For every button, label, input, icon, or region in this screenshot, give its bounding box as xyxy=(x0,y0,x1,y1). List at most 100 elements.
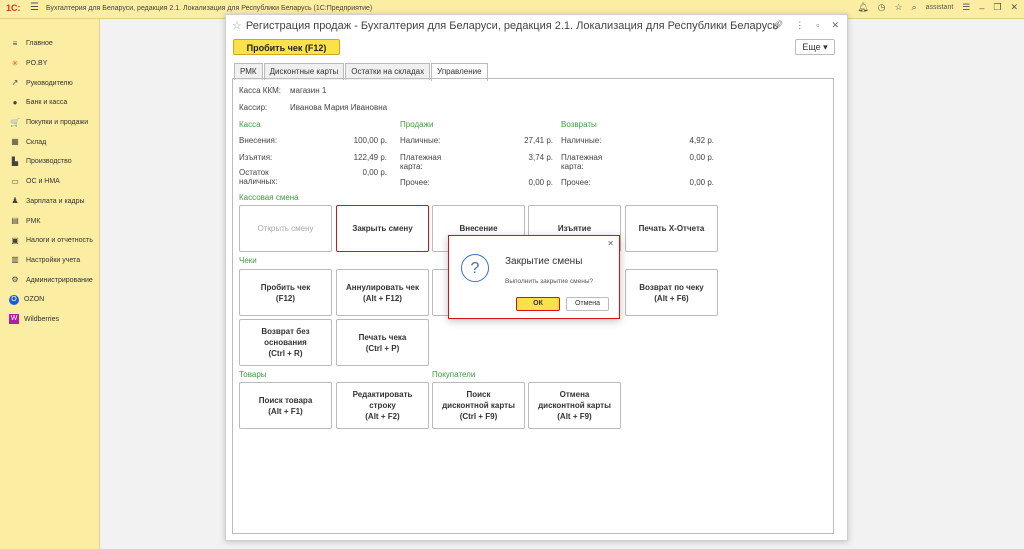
restore-icon[interactable]: ❐ xyxy=(993,2,1001,13)
sidebar-item[interactable]: ▙ Производство xyxy=(0,152,99,172)
returns-row-label: Платежная карта: xyxy=(561,153,603,171)
window-title-text: Регистрация продаж - Бухгалтерия для Бел… xyxy=(245,20,779,32)
sidebar-item-label: Зарплата и кадры xyxy=(26,197,85,205)
sidebar-item-icon: ↗ xyxy=(11,78,19,88)
cashier-label: Кассир: xyxy=(239,103,268,112)
app-logo: 1С: xyxy=(6,3,21,13)
sales-row-label: Платежная карта: xyxy=(400,153,442,171)
sidebar-item[interactable]: ▭ ОС и НМА xyxy=(0,172,99,192)
sidebar-item-icon: ▦ xyxy=(11,137,19,147)
returns-row-label: Наличные: xyxy=(561,136,602,145)
print-check-button[interactable]: Печать чека (Ctrl + P) xyxy=(336,319,429,366)
app-title: Бухгалтерия для Беларуси, редакция 2.1. … xyxy=(46,5,373,12)
sidebar-item[interactable]: ⚙ Администрирование xyxy=(0,270,99,290)
sidebar-item[interactable]: W Wildberries xyxy=(0,310,99,330)
ok-button[interactable]: ОК xyxy=(516,297,560,311)
sidebar-item-label: OZON xyxy=(24,296,45,304)
sidebar-item-icon: ≡ xyxy=(12,38,18,48)
sidebar-item[interactable]: ♟ Зарплата и кадры xyxy=(0,192,99,212)
sidebar: ≡ Главное ✳ PO.BY ↗ Руководителю ● Банк и касса… xyxy=(0,19,100,549)
cancel-check-button[interactable]: Аннулировать чек (Alt + F12) xyxy=(336,269,429,316)
sidebar-item-icon: ▤ xyxy=(11,216,19,226)
close-icon[interactable]: ✕ xyxy=(1010,2,1018,13)
sidebar-item[interactable]: ▣ Налоги и отчетность xyxy=(0,231,99,251)
history-icon[interactable]: ◷ xyxy=(878,2,886,13)
sidebar-item-label: Покупки и продажи xyxy=(26,119,89,127)
kassa-row-label: Остаток наличных: xyxy=(239,168,278,186)
sidebar-item[interactable]: O OZON xyxy=(0,290,99,310)
minimize-window-icon[interactable]: ▫ xyxy=(816,20,819,31)
cancel-discount-card-button[interactable]: Отмена дисконтной карты (Alt + F9) xyxy=(528,382,621,429)
link-icon[interactable]: 🔗︎ xyxy=(772,20,783,31)
sidebar-item-icon: ▭ xyxy=(11,176,19,186)
sidebar-item[interactable]: ≡ Главное xyxy=(0,34,99,54)
kkm-value: магазин 1 xyxy=(290,86,327,95)
sales-row-value: 3,74 р. xyxy=(528,153,553,162)
cancel-button[interactable]: Отмена xyxy=(566,297,609,311)
shift-title: Кассовая смена xyxy=(239,193,299,202)
sidebar-item-label: Налоги и отчетность xyxy=(26,237,93,245)
dialog-title: Закрытие смены xyxy=(505,256,583,267)
sidebar-item[interactable]: ▦ Склад xyxy=(0,132,99,152)
sidebar-item-icon: 🛒 xyxy=(10,117,20,127)
sales-row-value: 0,00 р. xyxy=(528,178,553,187)
sidebar-item-icon: ♟ xyxy=(11,196,19,206)
kassa-row-label: Изъятия: xyxy=(239,153,273,162)
sidebar-item-icon: ▙ xyxy=(11,156,19,166)
sidebar-item-icon: ▥ xyxy=(11,255,19,265)
return-by-check-button[interactable]: Возврат по чеку (Alt + F6) xyxy=(625,269,718,316)
settings-menu-icon[interactable]: ☰ xyxy=(962,2,970,13)
sidebar-item-label: РМК xyxy=(26,217,41,225)
dialog-text: Выполнить закрытие смены? xyxy=(505,278,594,285)
close-shift-button[interactable]: Закрыть смену xyxy=(336,205,429,252)
open-shift-button[interactable]: Открыть смену xyxy=(239,205,332,252)
user-name[interactable]: assistant xyxy=(926,4,954,11)
sidebar-item-icon: ✳ xyxy=(11,58,19,68)
sidebar-item-label: Руководителю xyxy=(26,79,73,87)
sales-row-label: Наличные: xyxy=(400,136,441,145)
more-icon[interactable]: ⋮ xyxy=(795,20,804,31)
sidebar-item[interactable]: ▤ РМК xyxy=(0,211,99,231)
kassa-row-value: 122,49 р. xyxy=(353,153,387,162)
kassa-title: Касса xyxy=(239,120,261,129)
menu-icon[interactable]: ☰ xyxy=(30,2,39,13)
return-without-basis-button[interactable]: Возврат без основания (Ctrl + R) xyxy=(239,319,332,366)
returns-row-value: 4,92 р. xyxy=(689,136,714,145)
returns-row-value: 0,00 р. xyxy=(689,178,714,187)
returns-row-label: Прочее: xyxy=(561,178,591,187)
sidebar-item-label: Производство xyxy=(26,158,72,166)
returns-row-value: 0,00 р. xyxy=(689,153,714,162)
sidebar-item[interactable]: 🛒 Покупки и продажи xyxy=(0,113,99,133)
edit-row-button[interactable]: Редактировать строку (Alt + F2) xyxy=(336,382,429,429)
sidebar-item-label: Настройки учета xyxy=(26,256,81,264)
sidebar-item[interactable]: ▥ Настройки учета xyxy=(0,251,99,271)
close-shift-dialog: ✕ ? Закрытие смены Выполнить закрытие см… xyxy=(448,235,620,319)
sidebar-item-icon: ● xyxy=(12,97,18,107)
search-icon[interactable]: ⌕ xyxy=(912,2,917,13)
bell-icon[interactable]: 🔔︎ xyxy=(857,2,868,13)
sidebar-item-icon: O xyxy=(9,294,19,305)
sidebar-item[interactable]: ● Банк и касса xyxy=(0,93,99,113)
punch-check-f12-button[interactable]: Пробить чек (F12) xyxy=(239,269,332,316)
question-icon: ? xyxy=(461,254,489,282)
kassa-row-value: 100,00 р. xyxy=(353,136,387,145)
print-x-report-button[interactable]: Печать X-Отчета xyxy=(625,205,718,252)
window-title: ☆ Регистрация продаж - Бухгалтерия для Бе… xyxy=(232,19,778,32)
search-product-button[interactable]: Поиск товара (Alt + F1) xyxy=(239,382,332,429)
star-icon[interactable]: ☆ xyxy=(895,2,903,13)
checks-title: Чеки xyxy=(239,256,257,265)
favorite-star-icon[interactable]: ☆ xyxy=(232,20,242,32)
more-button[interactable]: Еще ▾ xyxy=(795,39,835,55)
punch-check-button[interactable]: Пробить чек (F12) xyxy=(233,39,340,55)
close-window-icon[interactable]: ✕ xyxy=(831,20,839,31)
buyers-title: Покупатели xyxy=(432,370,476,379)
sales-row-value: 27,41 р. xyxy=(524,136,553,145)
search-discount-card-button[interactable]: Поиск дисконтной карты (Ctrl + F9) xyxy=(432,382,525,429)
kassa-row-label: Внесения: xyxy=(239,136,278,145)
sidebar-item[interactable]: ↗ Руководителю xyxy=(0,73,99,93)
sales-row-label: Прочее: xyxy=(400,178,430,187)
dialog-close-icon[interactable]: ✕ xyxy=(607,239,614,248)
minimize-icon[interactable]: – xyxy=(979,3,984,13)
sidebar-item[interactable]: ✳ PO.BY xyxy=(0,54,99,74)
sales-title: Продажи xyxy=(400,120,434,129)
